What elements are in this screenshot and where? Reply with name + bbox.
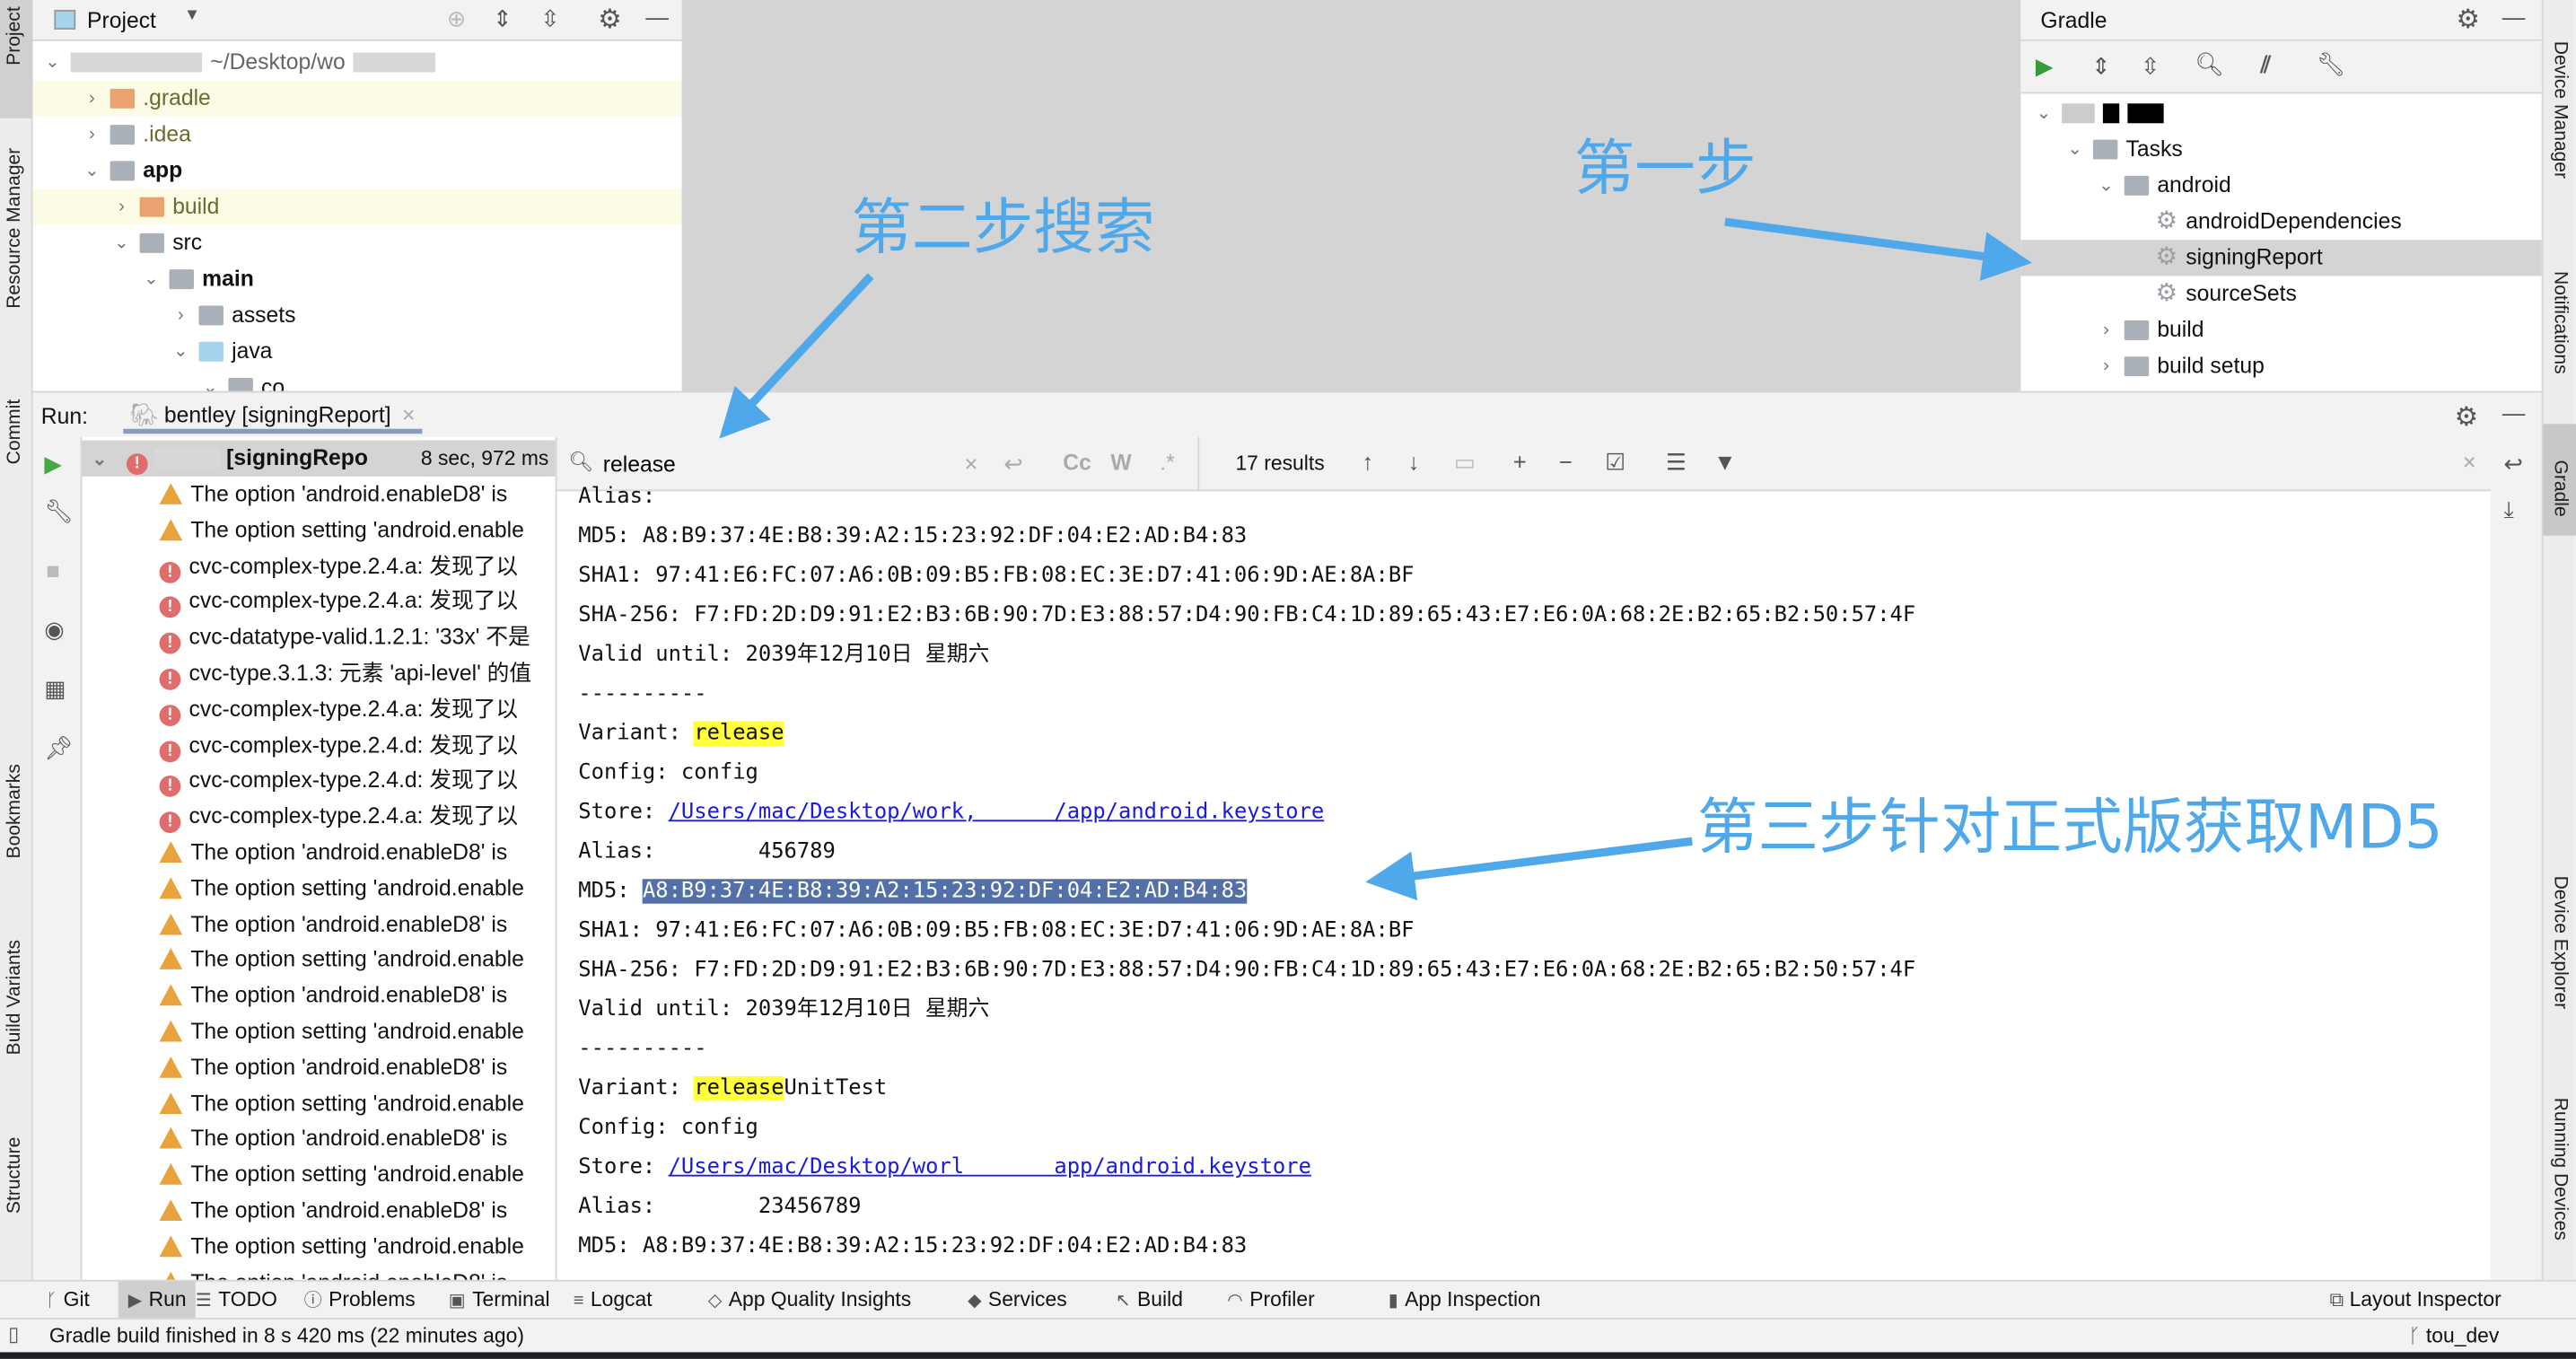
layout-inspector-icon: ⧉ xyxy=(2329,1288,2344,1311)
tool-window-label: Run xyxy=(148,1288,187,1311)
status-message: Gradle build finished in 8 s 420 ms (22 … xyxy=(48,1324,524,1347)
tool-window-terminal[interactable]: ▣ Terminal xyxy=(439,1282,560,1318)
tool-window-profiler[interactable]: ◠ Profiler xyxy=(1217,1282,1324,1318)
tool-window-build[interactable]: ↖ Build xyxy=(1106,1282,1193,1318)
git-icon: ᚴ xyxy=(46,1291,57,1311)
arrow-step3 xyxy=(1365,837,1693,901)
arrow-step2 xyxy=(719,273,874,439)
git-branch-label: tou_dev xyxy=(2425,1324,2500,1347)
tool-window-label: Terminal xyxy=(472,1288,550,1311)
todo-icon: ☰ xyxy=(195,1291,212,1311)
bottom-tool-bar: ᚴ Git ▶ Run ☰ TODO ⓘ Problems ▣ Terminal ≡ Logcat ◇ A… xyxy=(0,1279,2576,1318)
annotation-step1: 第一步 xyxy=(1573,133,1757,204)
status-bar: ▯ Gradle build finished in 8 s 420 ms (2… xyxy=(0,1317,2576,1353)
problems-icon: ⓘ xyxy=(303,1291,322,1311)
tool-window-label: Problems xyxy=(329,1288,416,1311)
status-panel-toggle-icon[interactable]: ▯ xyxy=(8,1322,19,1346)
git-branch-widget[interactable]: ᚴ tou_dev xyxy=(2408,1324,2499,1347)
tool-window-run[interactable]: ▶ Run xyxy=(118,1281,197,1318)
layout-inspector-button[interactable]: ⧉ Layout Inspector xyxy=(2330,1282,2502,1318)
logcat-icon: ≡ xyxy=(573,1291,584,1311)
build-icon: ↖ xyxy=(1115,1291,1131,1311)
tool-window-git[interactable]: ᚴ Git xyxy=(36,1282,100,1318)
tool-window-logcat[interactable]: ≡ Logcat xyxy=(564,1282,662,1318)
app-quality-icon: ◇ xyxy=(707,1291,723,1311)
annotation-step2: 第二步搜索 xyxy=(851,192,1155,263)
app-inspection-icon: ▮ xyxy=(1388,1291,1398,1311)
arrow-step1 xyxy=(1724,217,2032,281)
tool-window-label: Profiler xyxy=(1249,1288,1315,1311)
branch-icon: ᚴ xyxy=(2408,1324,2421,1347)
tool-window-label: Build xyxy=(1137,1288,1183,1311)
tool-window-todo[interactable]: ☰ TODO xyxy=(186,1282,287,1318)
profiler-icon: ◠ xyxy=(1227,1291,1243,1311)
layout-inspector-label: Layout Inspector xyxy=(2349,1288,2502,1311)
tool-window-label: Git xyxy=(63,1288,90,1311)
tool-window-label: App Inspection xyxy=(1405,1288,1541,1311)
tool-window-app-inspection[interactable]: ▮ App Inspection xyxy=(1379,1282,1551,1318)
terminal-icon: ▣ xyxy=(448,1291,466,1311)
run-icon: ▶ xyxy=(127,1291,143,1311)
annotation-arrows xyxy=(719,217,2032,901)
services-icon: ◆ xyxy=(968,1291,982,1311)
tool-window-label: Logcat xyxy=(590,1288,653,1311)
tool-window-label: Services xyxy=(987,1288,1067,1311)
tool-window-services[interactable]: ◆ Services xyxy=(958,1282,1077,1318)
annotation-step3: 第三步针对正式版获取MD5 xyxy=(1696,792,2443,863)
ide-window: Project Resource Manager Commit Bookmark… xyxy=(0,0,2576,1359)
tool-window-label: App Quality Insights xyxy=(728,1288,912,1311)
tool-window-label: TODO xyxy=(218,1288,277,1311)
tool-window-problems[interactable]: ⓘ Problems xyxy=(294,1282,425,1318)
tool-window-app-quality-insights[interactable]: ◇ App Quality Insights xyxy=(698,1282,921,1318)
